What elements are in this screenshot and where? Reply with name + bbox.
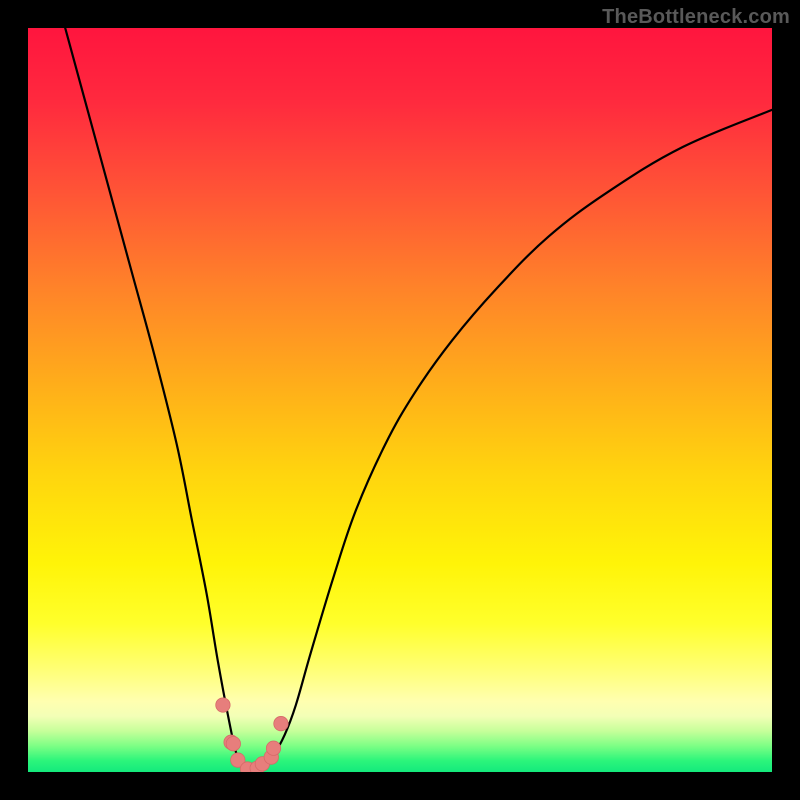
chart-svg-layer — [28, 28, 772, 772]
highlight-points-group — [216, 698, 288, 772]
outer-frame: TheBottleneck.com — [0, 0, 800, 800]
chart-plot-area — [28, 28, 772, 772]
bottleneck-curve — [65, 28, 772, 771]
watermark-text: TheBottleneck.com — [602, 6, 790, 29]
highlight-point — [274, 716, 288, 730]
highlight-point — [266, 741, 280, 755]
highlight-point — [216, 698, 230, 712]
highlight-point — [226, 737, 240, 751]
